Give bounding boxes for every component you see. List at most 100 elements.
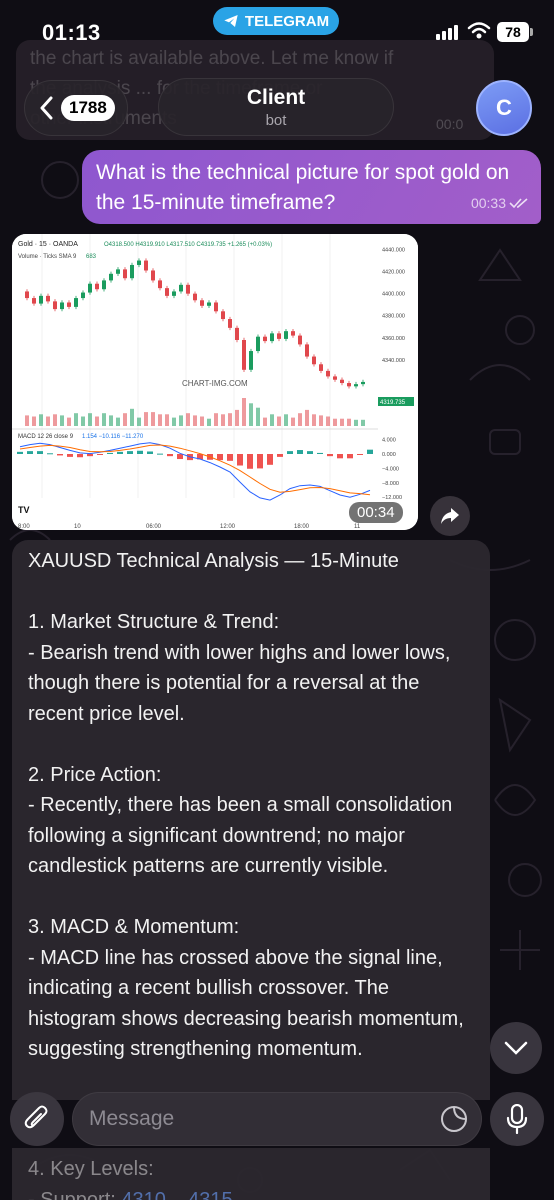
volume-bar (67, 417, 71, 426)
chevron-down-icon (504, 1041, 528, 1055)
back-button[interactable]: 1788 (24, 80, 128, 136)
candle (361, 381, 365, 385)
volume-bar (319, 415, 323, 426)
x-tick-label: 11 (354, 524, 361, 530)
volume-bar (53, 414, 57, 426)
candle (46, 295, 50, 302)
candle (102, 280, 106, 290)
wifi-icon (467, 22, 491, 39)
section-heading: 3. MACD & Momentum: (28, 916, 240, 938)
chat-name: Client (246, 86, 306, 109)
price-tick-label: 4380.000 (382, 314, 405, 320)
avatar[interactable]: C (476, 80, 532, 136)
cellular-signal-icon (436, 24, 458, 40)
volume-bar (172, 417, 176, 426)
support-label: - Support: (28, 1188, 116, 1200)
volume-bar (221, 414, 225, 426)
macd-histogram-bar (47, 453, 53, 455)
paperclip-icon (24, 1105, 48, 1129)
candle (242, 340, 246, 370)
candle (207, 302, 211, 306)
macd-tick-label: −12.000 (382, 495, 402, 501)
volume-bar (270, 414, 274, 426)
attach-button[interactable] (10, 1092, 64, 1146)
macd-histogram-bar (337, 454, 343, 459)
microphone-icon (506, 1104, 528, 1134)
macd-label: MACD 12 26 close 9 (18, 434, 74, 440)
candle (116, 269, 120, 274)
macd-histogram-bar (77, 454, 83, 458)
candle (200, 300, 204, 306)
candle (25, 291, 29, 299)
macd-histogram-bar (97, 454, 103, 455)
volume-bar (263, 417, 267, 426)
chat-title[interactable]: Client bot (158, 78, 394, 136)
x-tick-label: 06:00 (146, 524, 162, 530)
macd-histogram-bar (247, 454, 253, 469)
volume-bar (151, 412, 155, 426)
unread-count-badge: 1788 (61, 95, 115, 121)
volume-bar (109, 415, 113, 426)
message-input-container[interactable] (72, 1092, 482, 1146)
sticker-icon[interactable] (439, 1104, 469, 1134)
x-tick-label: 12:00 (220, 524, 236, 530)
chart-image[interactable]: Gold · 15 · OANDA O4318.500 H4319.910 L4… (12, 234, 418, 530)
chat-status: bot (265, 112, 287, 129)
macd-tick-label: −8.000 (382, 481, 399, 487)
section-heading: 2. Price Action: (28, 763, 162, 786)
macd-histogram-bar (117, 451, 123, 454)
chart-message-time: 00:34 (349, 502, 403, 523)
candle (186, 284, 190, 294)
candle (333, 376, 337, 380)
volume-bar (361, 419, 365, 426)
volume-bar (130, 408, 134, 426)
share-button[interactable] (430, 496, 470, 536)
volume-bar (214, 413, 218, 426)
price-tick-label: 4360.000 (382, 336, 405, 342)
scroll-down-button[interactable] (490, 1022, 542, 1074)
volume-bar (200, 416, 204, 426)
volume-bar (60, 415, 64, 426)
candle (249, 351, 253, 370)
candle (263, 336, 267, 342)
outgoing-message[interactable]: What is the technical picture for spot g… (82, 150, 541, 224)
volume-bar (102, 413, 106, 426)
macd-tick-label: −4.000 (382, 466, 399, 472)
candle (60, 302, 64, 310)
macd-histogram-bar (347, 454, 353, 459)
macd-histogram-bar (37, 451, 43, 454)
message-input[interactable] (89, 1093, 429, 1145)
volume-bar (256, 407, 260, 426)
volume-bar (186, 413, 190, 426)
candle (284, 331, 288, 339)
chart-title: Gold · 15 · OANDA (18, 241, 78, 248)
volume-bar (74, 413, 78, 426)
microphone-button[interactable] (490, 1092, 544, 1146)
macd-values: 1.154 −10.116 −11.270 (82, 434, 144, 440)
volume-bar (123, 413, 127, 426)
macd-histogram-bar (307, 451, 313, 454)
price-tick-label: 4340.000 (382, 358, 405, 364)
candle (193, 293, 197, 301)
macd-histogram-bar (357, 454, 363, 455)
candle (319, 364, 323, 371)
candle (144, 260, 148, 271)
macd-tick-label: 0.000 (382, 452, 396, 458)
candle (137, 260, 141, 265)
volume-bar (46, 416, 50, 426)
incoming-message[interactable]: XAUUSD Technical Analysis — 15-Minute 1.… (12, 540, 490, 1100)
volume-bar (333, 418, 337, 426)
macd-histogram-bar (157, 453, 163, 455)
ghost-line: the chart is available above. Let me kno… (30, 48, 394, 69)
candle (95, 283, 99, 290)
candle (165, 288, 169, 296)
telegram-pill[interactable]: TELEGRAM (213, 7, 339, 35)
volume-bar (326, 416, 330, 426)
candle (235, 327, 239, 340)
volume-bar (88, 413, 92, 426)
share-arrow-icon (441, 508, 459, 524)
volume-bar (249, 403, 253, 426)
volume-bar (340, 418, 344, 426)
macd-histogram-bar (297, 450, 303, 454)
candle (39, 295, 43, 304)
